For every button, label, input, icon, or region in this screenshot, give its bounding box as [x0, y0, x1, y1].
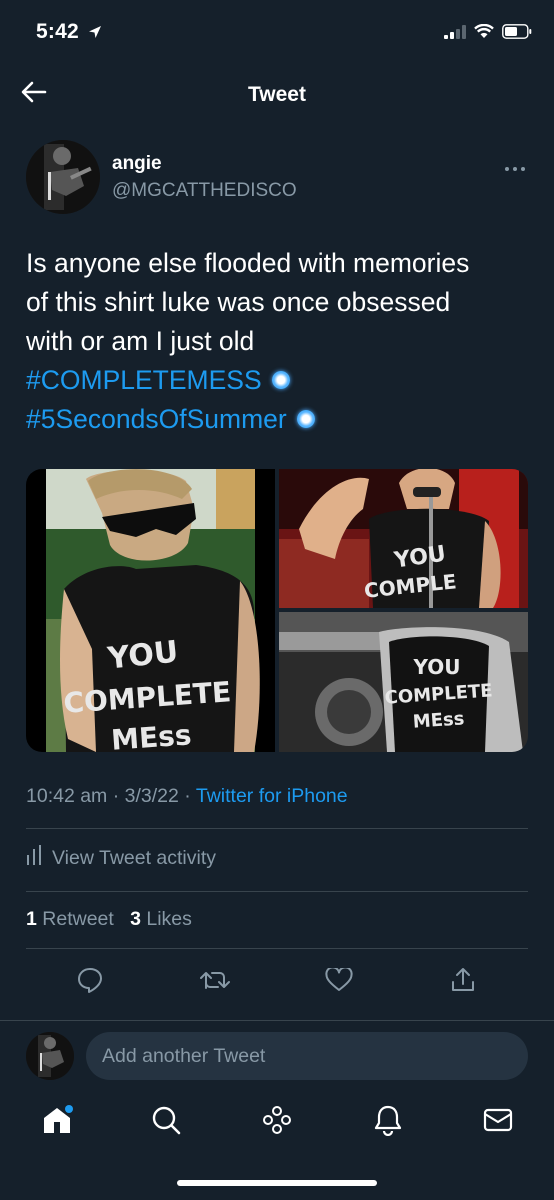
tweet-actions	[26, 962, 528, 1002]
tweet-date: 3/3/22	[124, 785, 179, 807]
retweet-count-label: Retweet	[42, 908, 114, 930]
tweet-photo[interactable]: YOU COMPLETE MEss	[26, 469, 275, 752]
hashtag-link[interactable]: #COMPLETEMESS	[26, 365, 262, 395]
more-options-button[interactable]	[504, 156, 526, 177]
hashflag-icon	[271, 371, 290, 389]
divider	[26, 891, 528, 892]
bar-chart-icon	[26, 845, 42, 871]
tweet-text: Is anyone else flooded with memories of …	[26, 244, 532, 439]
status-indicators	[444, 23, 532, 44]
tweet-timestamp: 10:42 am · 3/3/22 · Twitter for iPhone	[26, 785, 348, 808]
nav-bar: Tweet	[0, 66, 554, 124]
add-tweet-input[interactable]	[86, 1032, 528, 1080]
reply-button[interactable]	[74, 966, 106, 998]
view-tweet-activity-label: View Tweet activity	[52, 846, 217, 869]
avatar[interactable]	[26, 140, 100, 214]
hashflag-icon	[296, 410, 315, 428]
page-title: Tweet	[248, 83, 306, 106]
wifi-icon	[474, 23, 494, 44]
tweet-photo[interactable]: YOU COMPLETE MEss	[279, 612, 528, 752]
divider	[26, 948, 528, 949]
divider	[26, 828, 528, 829]
hashtag-line: #5SecondsOfSummer	[26, 400, 532, 439]
bell-icon	[373, 1104, 403, 1141]
search-icon	[151, 1105, 181, 1140]
like-count: 3	[130, 908, 141, 930]
tweet-source-link[interactable]: Twitter for iPhone	[196, 785, 348, 807]
like-count-link[interactable]: 3 Likes	[130, 908, 192, 930]
tweet-text-line: with or am I just old	[26, 326, 255, 356]
location-arrow-icon	[88, 25, 102, 44]
like-button[interactable]	[323, 965, 355, 998]
share-icon	[450, 967, 476, 998]
share-button[interactable]	[447, 966, 479, 998]
avatar[interactable]	[26, 1032, 74, 1080]
retweet-icon	[200, 968, 230, 997]
tab-messages[interactable]	[478, 1102, 518, 1142]
spaces-icon	[262, 1105, 292, 1140]
like-count-label: Likes	[146, 908, 192, 930]
tweet-stats: 1 Retweet 3 Likes	[26, 908, 192, 931]
author-handle[interactable]: @MGCATTHEDISCO	[112, 180, 297, 202]
meta-separator: ·	[184, 785, 191, 807]
battery-icon	[502, 24, 532, 44]
status-bar: 5:42	[0, 0, 554, 66]
more-icon	[504, 156, 526, 176]
tab-search[interactable]	[146, 1102, 186, 1142]
status-time: 5:42	[36, 20, 79, 43]
tweet-text-line: of this shirt luke was once obsessed	[26, 287, 451, 317]
mail-icon	[483, 1107, 513, 1138]
hashtag-line: #COMPLETEMESS	[26, 361, 532, 400]
reply-bar	[0, 1020, 554, 1090]
shirt-text: MEss	[110, 718, 192, 752]
tab-spaces[interactable]	[257, 1102, 297, 1142]
tweet-photo[interactable]: YOU COMPLE	[279, 469, 528, 608]
tweet-media-grid: YOU COMPLETE MEss YOU COMPLE YOU COMPLET…	[26, 469, 528, 752]
reply-icon	[77, 967, 103, 998]
tab-notifications[interactable]	[368, 1102, 408, 1142]
retweet-count-link[interactable]: 1 Retweet	[26, 908, 114, 930]
shirt-text: YOU	[412, 655, 460, 679]
tweet-author: angie @MGCATTHEDISCO	[26, 140, 532, 214]
tweet-time: 10:42 am	[26, 785, 108, 807]
retweet-button[interactable]	[199, 966, 231, 998]
hashtag-link[interactable]: #5SecondsOfSummer	[26, 404, 287, 434]
retweet-count: 1	[26, 908, 37, 930]
tab-home[interactable]	[37, 1102, 77, 1142]
shirt-text: MEss	[412, 708, 465, 733]
notification-dot	[65, 1105, 73, 1113]
author-name[interactable]: angie	[112, 153, 162, 175]
heart-icon	[325, 965, 353, 997]
shirt-text: YOU	[105, 634, 180, 676]
view-tweet-activity-button[interactable]: View Tweet activity	[26, 845, 216, 871]
cellular-signal-icon	[444, 24, 466, 44]
tweet-detail-screen: 5:42 Tweet angie @MGCATTHEDISCO Is anyon…	[0, 0, 554, 1200]
meta-separator: ·	[112, 785, 120, 807]
home-indicator[interactable]	[177, 1180, 377, 1186]
tweet-text-line: Is anyone else flooded with memories	[26, 248, 470, 278]
